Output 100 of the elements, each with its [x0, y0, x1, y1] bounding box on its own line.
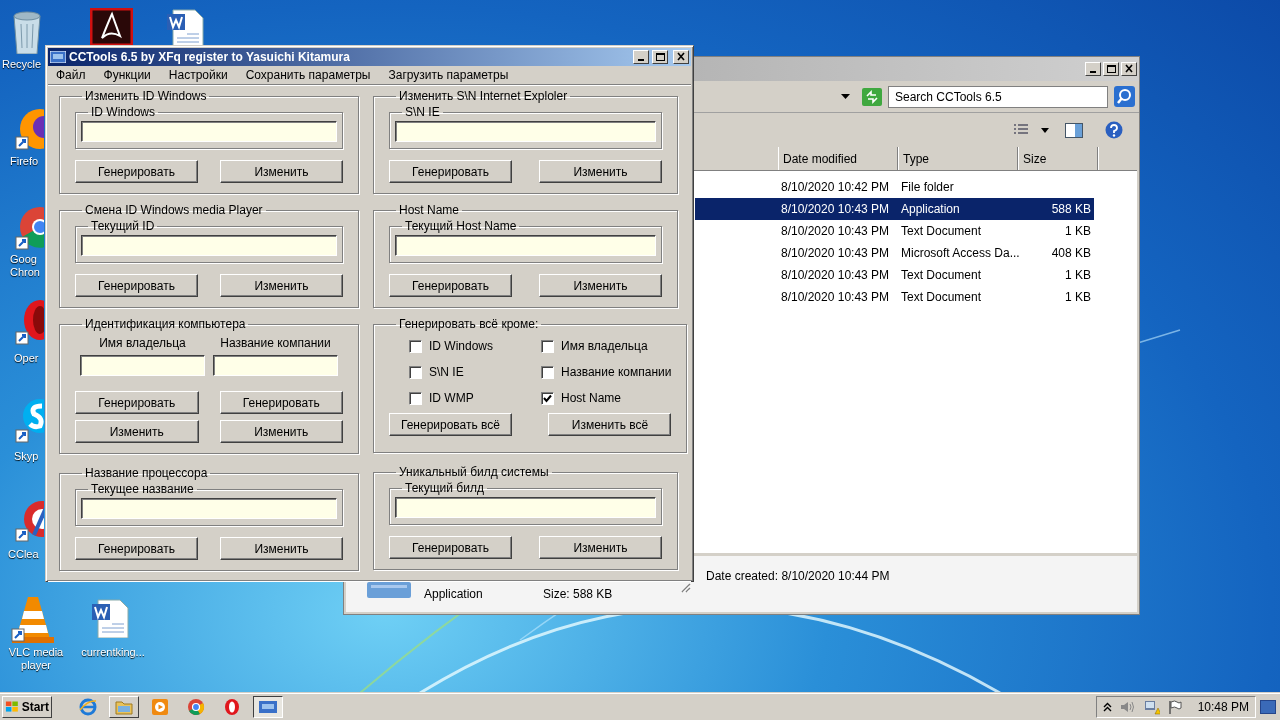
menu-item[interactable]: Загрузить параметры [388, 66, 509, 84]
group-title: Текущий билд [404, 481, 485, 495]
button[interactable]: Изменить [220, 160, 343, 183]
button[interactable]: Изменить [75, 420, 199, 443]
file-row[interactable]: 8/10/2020 10:43 PM Text Document 1 KB [695, 220, 1094, 242]
size-cell-text: 1 KB [1064, 223, 1092, 240]
view-list-icon[interactable] [1013, 123, 1029, 137]
group-title: Идентификация компьютера [84, 317, 247, 331]
button[interactable]: Изменить [220, 537, 343, 560]
group-title: Название процессора [84, 466, 209, 480]
help-icon[interactable] [1105, 121, 1123, 139]
icon-label[interactable]: Oper [14, 352, 44, 365]
check-icon [543, 393, 552, 403]
file-row[interactable]: 8/10/2020 10:43 PM Text Document 1 KB [695, 286, 1094, 308]
network-warning-icon[interactable] [1143, 699, 1160, 715]
input-field[interactable] [81, 120, 337, 142]
menu-item[interactable]: Настройки [168, 66, 228, 84]
checkbox-label[interactable]: ID WMP [429, 389, 474, 407]
dropdown-arrow-icon[interactable] [1041, 127, 1049, 133]
search-field[interactable]: Search CCTools 6.5 [888, 85, 1108, 108]
button[interactable]: Генерировать [389, 274, 512, 297]
column-header[interactable]: Type [898, 147, 1018, 170]
type-cell-text: Text Document [900, 267, 983, 284]
checkbox[interactable] [541, 339, 554, 353]
maximize-button[interactable] [1103, 62, 1119, 76]
file-row[interactable]: 8/10/2020 10:42 PM File folder [695, 176, 1094, 198]
column-header[interactable]: Date modified [778, 147, 898, 170]
file-row[interactable]: 8/10/2020 10:43 PM Application 588 KB [695, 198, 1094, 220]
close-icon [1124, 64, 1134, 74]
input-field[interactable] [395, 234, 656, 256]
minimize-button[interactable] [633, 50, 649, 64]
menu-item[interactable]: Сохранить параметры [245, 66, 371, 84]
word-document-icon [90, 598, 130, 638]
close-button[interactable] [673, 50, 689, 64]
chevron-up-icon[interactable] [1102, 702, 1112, 712]
menu-item[interactable]: Функции [103, 66, 151, 84]
button[interactable]: Генерировать [75, 274, 198, 297]
type-cell-text: Text Document [900, 289, 983, 306]
date-cell-text: 8/10/2020 10:43 PM [780, 267, 891, 284]
button[interactable]: Генерировать [75, 537, 198, 560]
group-title: Текущее название [90, 482, 195, 496]
file-size-text: Size: 588 KB [543, 586, 613, 603]
date-cell-text: 8/10/2020 10:43 PM [780, 245, 891, 262]
checkbox[interactable] [409, 339, 422, 353]
input-field[interactable] [80, 355, 205, 376]
recycle-bin-icon [12, 8, 42, 54]
checkbox[interactable] [409, 365, 422, 379]
input-field[interactable] [81, 497, 337, 519]
input-field[interactable] [395, 496, 656, 518]
size-cell-text: 1 KB [1064, 267, 1092, 284]
checkbox[interactable] [409, 391, 422, 405]
icon-label[interactable]: Goog Chron [10, 253, 44, 279]
checkbox-label[interactable]: Название компании [561, 363, 672, 381]
taskbar-button[interactable] [253, 696, 283, 718]
date-cell-text: 8/10/2020 10:43 PM [780, 201, 891, 218]
button[interactable]: Генерировать [219, 391, 343, 414]
input-field[interactable] [213, 355, 338, 376]
size-cell-text: 1 KB [1064, 289, 1092, 306]
column-header[interactable]: Size [1018, 147, 1098, 170]
file-row[interactable]: 8/10/2020 10:43 PM Microsoft Access Da... 408 KB [695, 242, 1094, 264]
checkbox-label[interactable]: S\N IE [429, 363, 464, 381]
button[interactable]: Изменить [539, 274, 662, 297]
button[interactable]: Генерировать [75, 160, 198, 183]
icon-label[interactable]: Firefo [10, 155, 44, 168]
maximize-button[interactable] [652, 50, 668, 64]
app-icon [258, 698, 278, 716]
button[interactable]: Генерировать [389, 536, 512, 559]
close-button[interactable] [1121, 62, 1137, 76]
input-field[interactable] [395, 120, 656, 142]
start-button[interactable]: Start [2, 696, 52, 718]
group-title: Текущий ID [90, 219, 156, 233]
button[interactable]: Изменить [220, 274, 343, 297]
button[interactable]: Изменить [219, 420, 343, 443]
minimize-button[interactable] [1085, 62, 1101, 76]
refresh-icon[interactable] [862, 87, 882, 106]
preview-pane-icon[interactable] [1065, 122, 1083, 138]
input-field[interactable] [81, 234, 337, 256]
menu-item[interactable]: Файл [56, 66, 86, 84]
size-grip-icon[interactable] [679, 581, 691, 593]
checkbox-label[interactable]: ID Windows [429, 337, 493, 355]
button[interactable]: Генерировать [75, 391, 199, 414]
date-cell-text: 8/10/2020 10:43 PM [780, 289, 891, 306]
icon-label[interactable]: Recycle [2, 58, 42, 71]
button[interactable]: Изменить [539, 160, 662, 183]
button[interactable]: Изменить [539, 536, 662, 559]
checkbox-label[interactable]: Имя владельца [561, 337, 648, 355]
date-created-text: Date created: 8/10/2020 10:44 PM [706, 568, 890, 585]
checkbox[interactable] [541, 391, 554, 405]
maximize-icon [1106, 64, 1116, 74]
checkbox[interactable] [541, 365, 554, 379]
file-row[interactable]: 8/10/2020 10:43 PM Text Document 1 KB [695, 264, 1094, 286]
minimize-icon [638, 59, 644, 61]
pdf-icon [90, 8, 133, 45]
flag-icon[interactable] [1167, 699, 1182, 715]
button[interactable]: Генерировать [389, 160, 512, 183]
checkbox-label[interactable]: Host Name [561, 389, 622, 407]
search-icon[interactable] [1114, 86, 1135, 107]
button[interactable]: Изменить всё [548, 413, 672, 436]
close-icon [676, 52, 686, 62]
button[interactable]: Генерировать всё [389, 413, 512, 436]
